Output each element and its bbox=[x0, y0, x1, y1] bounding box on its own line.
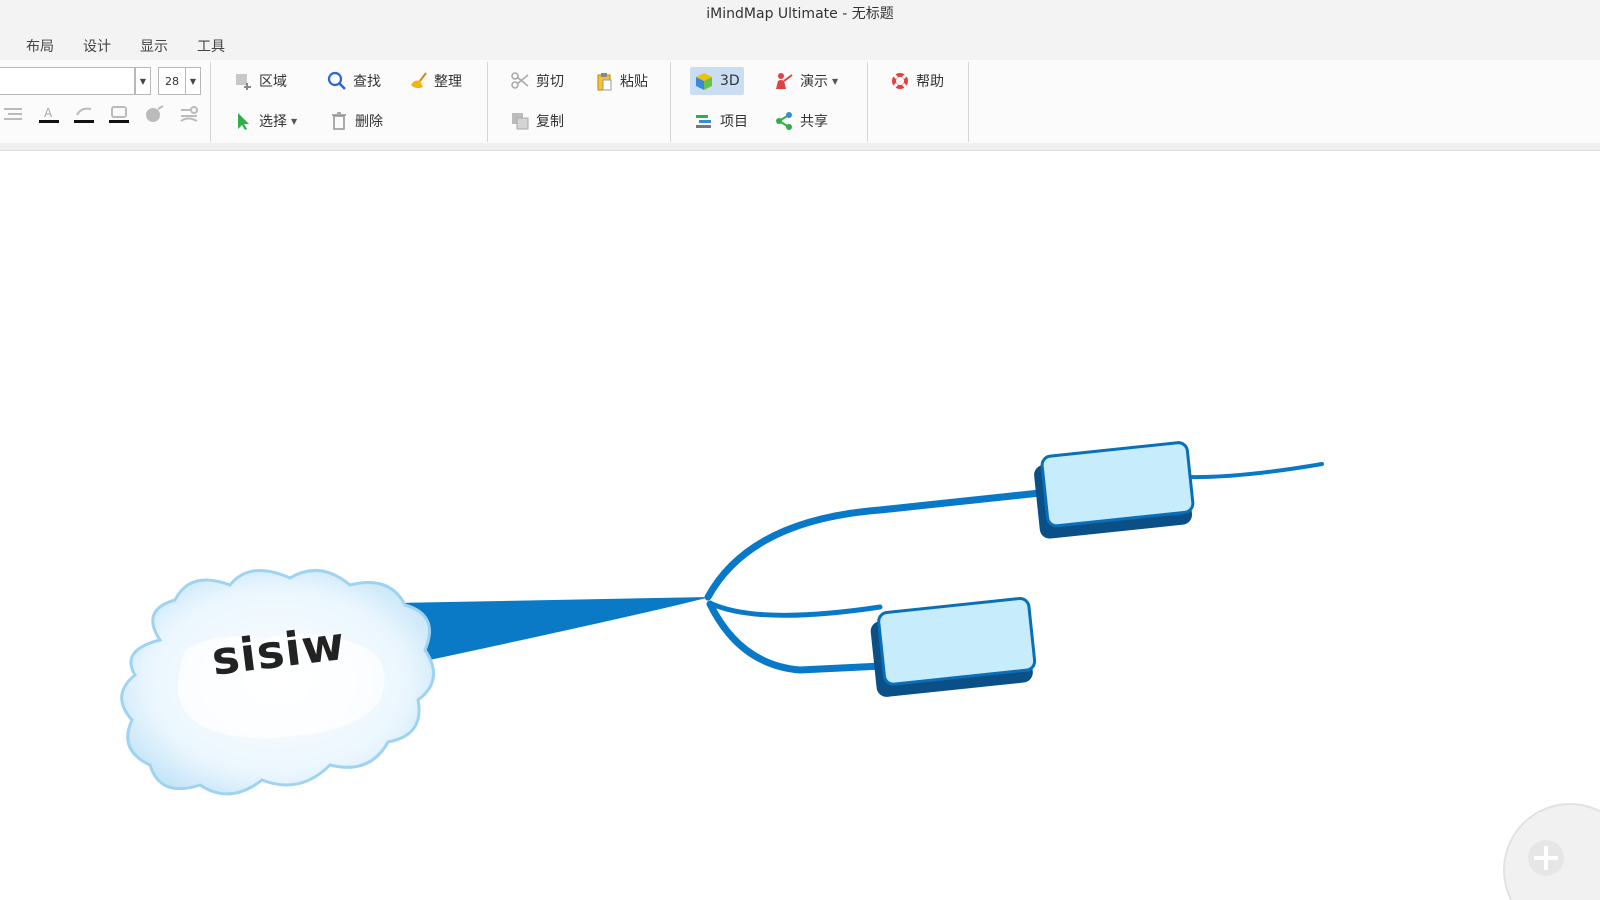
branch-color-icon[interactable] bbox=[73, 104, 95, 126]
font-family-select[interactable] bbox=[0, 67, 135, 95]
ribbon-separator bbox=[968, 62, 969, 142]
ribbon-separator bbox=[867, 62, 868, 142]
present-button[interactable]: 演示 ▼ bbox=[770, 67, 842, 95]
view-3d-button[interactable]: 3D bbox=[690, 67, 744, 95]
font-size-input[interactable]: 28 bbox=[158, 67, 186, 95]
align-icon[interactable] bbox=[2, 104, 24, 126]
copy-icon bbox=[512, 113, 529, 130]
menu-design[interactable]: 设计 bbox=[83, 36, 111, 56]
share-button[interactable]: 共享 bbox=[770, 107, 832, 135]
view-3d-button-label: 3D bbox=[720, 73, 740, 89]
font-family-dropdown-icon[interactable]: ▼ bbox=[135, 67, 151, 95]
upper-branch[interactable] bbox=[704, 489, 1044, 601]
present-dropdown-icon[interactable]: ▼ bbox=[832, 77, 838, 86]
share-icon bbox=[776, 112, 792, 130]
find-button-label: 查找 bbox=[353, 74, 381, 90]
lifebuoy-icon bbox=[892, 73, 908, 89]
copy-button-label: 复制 bbox=[536, 114, 564, 130]
project-button-label: 项目 bbox=[720, 114, 748, 130]
box-color-icon[interactable] bbox=[108, 104, 130, 126]
ribbon-separator bbox=[487, 62, 488, 142]
search-icon bbox=[327, 71, 346, 90]
gantt-icon bbox=[696, 115, 711, 128]
select-dropdown-icon[interactable]: ▼ bbox=[291, 117, 297, 126]
trash-icon bbox=[332, 112, 346, 130]
presenter-icon bbox=[776, 73, 793, 89]
region-icon bbox=[236, 74, 251, 90]
svg-text:A: A bbox=[44, 106, 53, 120]
ribbon-separator bbox=[670, 62, 671, 142]
region-button-label: 区域 bbox=[259, 74, 287, 90]
add-topic-floating-button[interactable] bbox=[1500, 800, 1600, 900]
delete-button-label: 删除 bbox=[355, 114, 383, 130]
menu-bar: 布局 设计 显示 工具 bbox=[0, 30, 1600, 61]
project-button[interactable]: 项目 bbox=[690, 107, 752, 135]
broom-icon bbox=[411, 72, 427, 89]
cube-icon bbox=[696, 73, 712, 90]
copy-button[interactable]: 复制 bbox=[506, 107, 568, 135]
upper-branch-tail[interactable] bbox=[1186, 462, 1324, 480]
topic-box-upper[interactable] bbox=[1032, 441, 1195, 540]
menu-layout[interactable]: 布局 bbox=[26, 36, 54, 56]
menu-view[interactable]: 显示 bbox=[140, 36, 168, 56]
ribbon-separator bbox=[210, 62, 211, 142]
present-button-label: 演示 bbox=[800, 74, 828, 90]
topic-box-lower[interactable] bbox=[869, 597, 1037, 698]
middle-branch[interactable] bbox=[709, 601, 883, 618]
find-button[interactable]: 查找 bbox=[323, 67, 385, 95]
font-size-dropdown-icon[interactable]: ▼ bbox=[185, 67, 201, 95]
window-title: iMindMap Ultimate - 无标题 bbox=[0, 0, 1600, 30]
cursor-arrow-icon bbox=[238, 113, 249, 130]
select-button-label: 选择 bbox=[259, 114, 287, 130]
cut-button[interactable]: 剪切 bbox=[506, 67, 568, 95]
organize-button[interactable]: 整理 bbox=[404, 67, 466, 95]
central-topic-cloud[interactable] bbox=[120, 568, 435, 796]
fill-icon[interactable] bbox=[143, 104, 165, 126]
organize-button-label: 整理 bbox=[434, 74, 462, 90]
ribbon-bottom-strip bbox=[0, 143, 1600, 151]
help-button-label: 帮助 bbox=[916, 74, 944, 90]
paste-button-label: 粘贴 bbox=[620, 74, 648, 90]
share-button-label: 共享 bbox=[800, 114, 828, 130]
main-branch[interactable] bbox=[395, 597, 710, 662]
menu-tools[interactable]: 工具 bbox=[197, 36, 225, 56]
paste-button[interactable]: 粘贴 bbox=[590, 67, 652, 95]
text-color-icon[interactable]: A bbox=[38, 104, 60, 126]
cut-button-label: 剪切 bbox=[536, 74, 564, 90]
help-button[interactable]: 帮助 bbox=[886, 67, 948, 95]
scissors-icon bbox=[511, 72, 529, 89]
select-button[interactable]: 选择 ▼ bbox=[229, 107, 301, 135]
mindmap-canvas[interactable] bbox=[0, 151, 1600, 900]
style-icon[interactable] bbox=[178, 104, 200, 126]
region-button[interactable]: 区域 bbox=[229, 67, 291, 95]
clipboard-icon bbox=[597, 73, 612, 91]
delete-button[interactable]: 删除 bbox=[325, 107, 387, 135]
